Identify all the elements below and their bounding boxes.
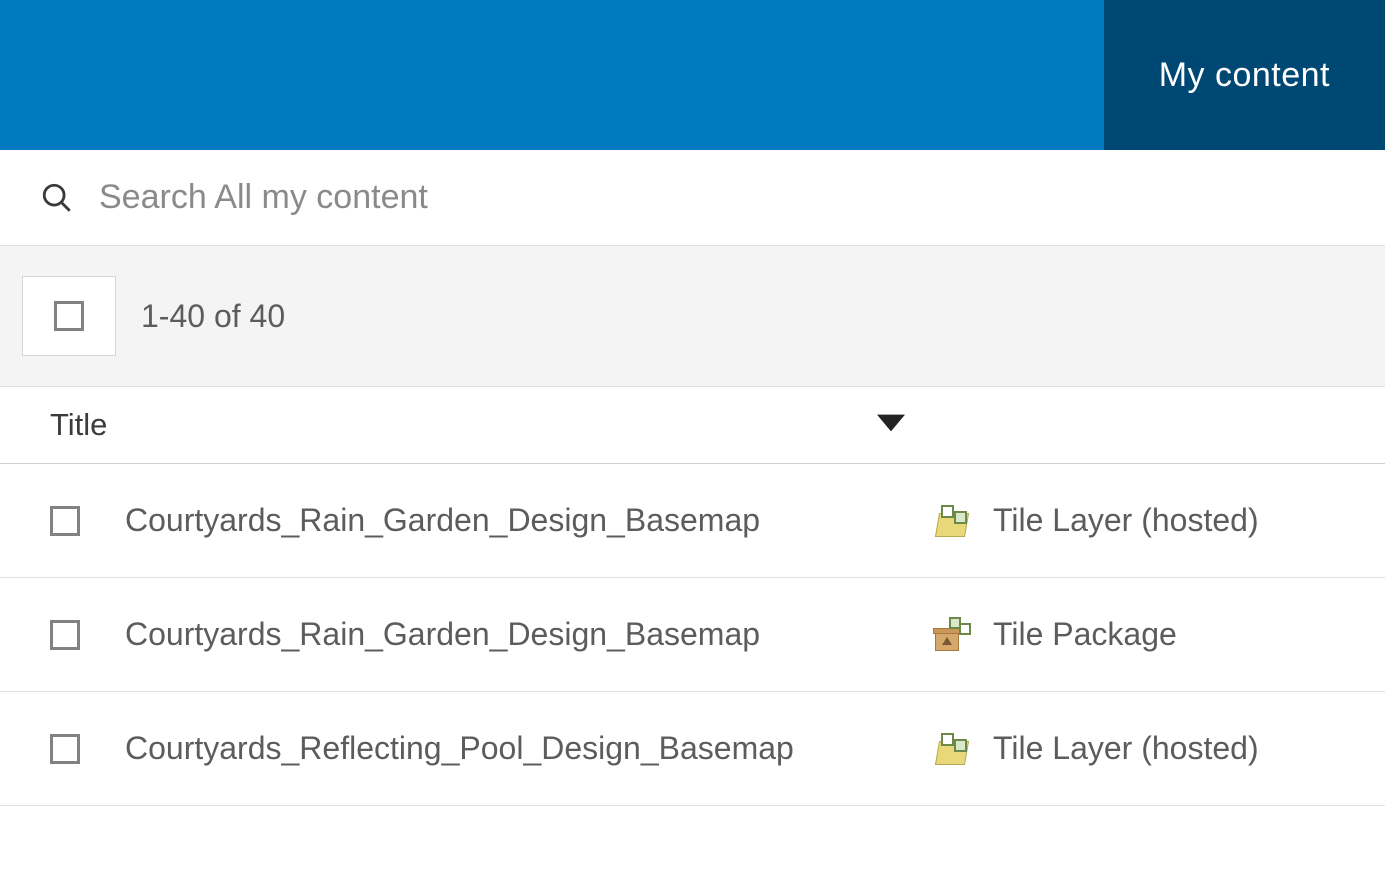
list-toolbar: 1-40 of 40 bbox=[0, 246, 1385, 386]
results-count: 1-40 of 40 bbox=[141, 298, 285, 335]
item-type-cell: Tile Layer (hosted) bbox=[935, 502, 1335, 539]
table-row[interactable]: Courtyards_Rain_Garden_Design_Basemap Ti… bbox=[0, 578, 1385, 692]
caret-down-icon bbox=[877, 414, 905, 432]
tile-layer-icon bbox=[935, 731, 971, 767]
search-icon bbox=[40, 181, 74, 215]
search-bar bbox=[0, 150, 1385, 246]
item-type: Tile Layer (hosted) bbox=[993, 502, 1259, 539]
item-type: Tile Package bbox=[993, 616, 1177, 653]
content-list: 1-40 of 40 Title Courtyards_Rain_Garden_… bbox=[0, 246, 1385, 806]
tile-package-icon bbox=[935, 617, 971, 653]
search-input[interactable] bbox=[99, 178, 1345, 217]
tab-my-content[interactable]: My content bbox=[1104, 0, 1385, 150]
column-header-title[interactable]: Title bbox=[50, 407, 107, 443]
tile-layer-icon bbox=[935, 503, 971, 539]
item-type-cell: Tile Layer (hosted) bbox=[935, 730, 1335, 767]
row-checkbox[interactable] bbox=[50, 620, 80, 650]
item-type-cell: Tile Package bbox=[935, 616, 1335, 653]
header-bar: My content bbox=[0, 0, 1385, 150]
item-type: Tile Layer (hosted) bbox=[993, 730, 1259, 767]
item-title[interactable]: Courtyards_Rain_Garden_Design_Basemap bbox=[125, 616, 935, 653]
item-title[interactable]: Courtyards_Rain_Garden_Design_Basemap bbox=[125, 502, 935, 539]
item-title[interactable]: Courtyards_Reflecting_Pool_Design_Basema… bbox=[125, 730, 935, 767]
select-all-checkbox[interactable] bbox=[54, 301, 84, 331]
select-all-container bbox=[22, 276, 116, 356]
table-row[interactable]: Courtyards_Rain_Garden_Design_Basemap Ti… bbox=[0, 464, 1385, 578]
row-checkbox[interactable] bbox=[50, 506, 80, 536]
row-checkbox[interactable] bbox=[50, 734, 80, 764]
tab-label: My content bbox=[1159, 56, 1330, 95]
table-row[interactable]: Courtyards_Reflecting_Pool_Design_Basema… bbox=[0, 692, 1385, 806]
sort-indicator[interactable] bbox=[877, 414, 905, 437]
column-header-row: Title bbox=[0, 386, 1385, 464]
